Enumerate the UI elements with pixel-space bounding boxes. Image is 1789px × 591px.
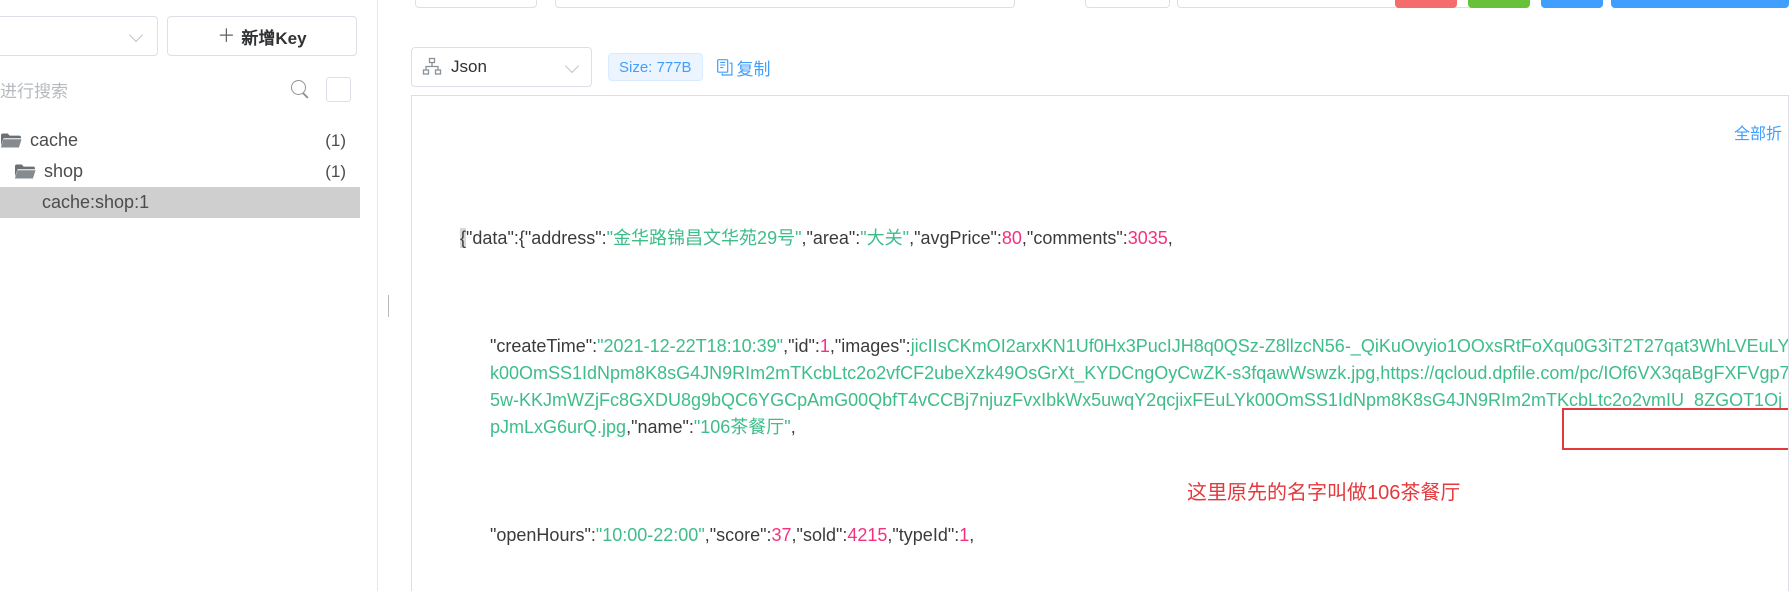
app-root: DB0 ＋ 新增Key nter 键进行搜索 cache bbox=[0, 0, 1789, 591]
size-badge: Size: 777B bbox=[608, 53, 703, 81]
copy-icon bbox=[716, 58, 733, 76]
database-select[interactable]: DB0 bbox=[0, 16, 158, 56]
folder-open-icon bbox=[0, 132, 22, 149]
tree-node-label: cache:shop:1 bbox=[42, 192, 150, 212]
folder-open-icon bbox=[14, 163, 36, 180]
json-value-comments: 3035 bbox=[1127, 228, 1168, 248]
search-input-placeholder: nter 键进行搜索 bbox=[0, 81, 69, 101]
key-tree: cache (1) shop (1) cache:shop:1 bbox=[0, 125, 360, 218]
json-key-createtime: "createTime": bbox=[490, 336, 598, 356]
viewer-toolbar: Json Size: 777B 复制 bbox=[411, 46, 771, 88]
plus-icon: ＋ bbox=[217, 26, 236, 46]
search-row: nter 键进行搜索 bbox=[0, 69, 358, 109]
ttl-field-cropped[interactable] bbox=[415, 0, 537, 8]
json-value-typeid: 1 bbox=[959, 525, 970, 545]
tree-node-count: (1) bbox=[325, 161, 346, 181]
json-key-images: ,"images": bbox=[829, 336, 911, 356]
json-value-createtime: "2021-12-22T18:10:39" bbox=[597, 336, 784, 356]
tree-node-shop[interactable]: shop (1) bbox=[0, 156, 360, 187]
json-key-address: "address": bbox=[524, 228, 607, 248]
json-key-comments: ,"comments": bbox=[1021, 228, 1128, 248]
chevron-down-icon bbox=[129, 28, 145, 44]
json-key-typeid: ,"typeId": bbox=[887, 525, 960, 545]
key-detail-panel: Json Size: 777B 复制 全部折 {"data":{"address… bbox=[395, 0, 1789, 591]
json-value-score: 37 bbox=[771, 525, 792, 545]
json-key-score: ,"score": bbox=[704, 525, 772, 545]
json-key-area: ,"area": bbox=[801, 228, 861, 248]
action-button-cropped[interactable] bbox=[1611, 0, 1789, 8]
json-value-name: "106茶餐厅" bbox=[693, 417, 791, 437]
type-field-cropped[interactable] bbox=[1085, 0, 1170, 8]
search-filter-checkbox[interactable] bbox=[326, 77, 351, 102]
json-line-2: "createTime":"2021-12-22T18:10:39","id":… bbox=[460, 333, 1788, 441]
json-key-sold: ,"sold": bbox=[791, 525, 848, 545]
json-key-name: ,"name": bbox=[626, 417, 694, 437]
format-select[interactable]: Json bbox=[411, 47, 592, 87]
annotation-text: 这里原先的名字叫做106茶餐厅 bbox=[1187, 482, 1461, 504]
json-value-id: 1 bbox=[819, 336, 830, 356]
json-viewer-card: 全部折 {"data":{"address":"金华路锦昌文华苑29号","ar… bbox=[411, 95, 1789, 591]
search-input[interactable]: nter 键进行搜索 bbox=[0, 69, 322, 109]
tree-node-count: (1) bbox=[325, 130, 346, 150]
add-key-button-label: 新增Key bbox=[241, 28, 307, 48]
delete-button-cropped[interactable] bbox=[1395, 0, 1457, 8]
json-key-openhours: "openHours": bbox=[490, 525, 596, 545]
json-value-address: "金华路锦昌文华苑29号" bbox=[606, 228, 802, 248]
tree-node-label: cache bbox=[30, 130, 79, 150]
key-name-field-cropped[interactable] bbox=[555, 0, 1015, 8]
tree-node-label: shop bbox=[44, 161, 84, 181]
tree-node-cache-shop-1[interactable]: cache:shop:1 bbox=[0, 187, 360, 218]
format-select-value: Json bbox=[451, 57, 487, 76]
json-key-id: ,"id": bbox=[783, 336, 820, 356]
refresh-button-cropped[interactable] bbox=[1541, 0, 1603, 8]
json-comma-1: , bbox=[1167, 228, 1173, 248]
json-line-1: {"data":{"address":"金华路锦昌文华苑29号","area":… bbox=[460, 225, 1788, 252]
json-key-avgprice: ,"avgPrice": bbox=[909, 228, 1002, 248]
copy-button[interactable]: 复制 bbox=[716, 55, 771, 80]
copy-button-label: 复制 bbox=[736, 59, 771, 79]
json-content[interactable]: {"data":{"address":"金华路锦昌文华苑29号","area":… bbox=[460, 144, 1788, 591]
json-value-avgprice: 80 bbox=[1001, 228, 1022, 248]
tree-node-cache[interactable]: cache (1) bbox=[0, 125, 360, 156]
add-key-button[interactable]: ＋ 新增Key bbox=[167, 16, 357, 56]
json-value-openhours: "10:00-22:00" bbox=[595, 525, 705, 545]
search-icon[interactable] bbox=[289, 78, 311, 100]
chevron-down-icon bbox=[565, 59, 581, 75]
json-key-data: "data":{ bbox=[466, 228, 525, 248]
key-browser-panel: DB0 ＋ 新增Key nter 键进行搜索 cache bbox=[0, 0, 378, 591]
save-button-cropped[interactable] bbox=[1468, 0, 1530, 8]
json-comma-3: , bbox=[969, 525, 975, 545]
json-comma-2: , bbox=[790, 417, 796, 437]
database-select-value: DB0 bbox=[0, 26, 129, 46]
json-value-area: "大关" bbox=[860, 228, 910, 248]
json-value-sold: 4215 bbox=[847, 525, 888, 545]
expand-all-link[interactable]: 全部折 bbox=[1734, 120, 1782, 144]
json-line-openhours: "openHours":"10:00-22:00","score":37,"so… bbox=[460, 522, 1788, 549]
hierarchy-icon bbox=[422, 57, 442, 77]
